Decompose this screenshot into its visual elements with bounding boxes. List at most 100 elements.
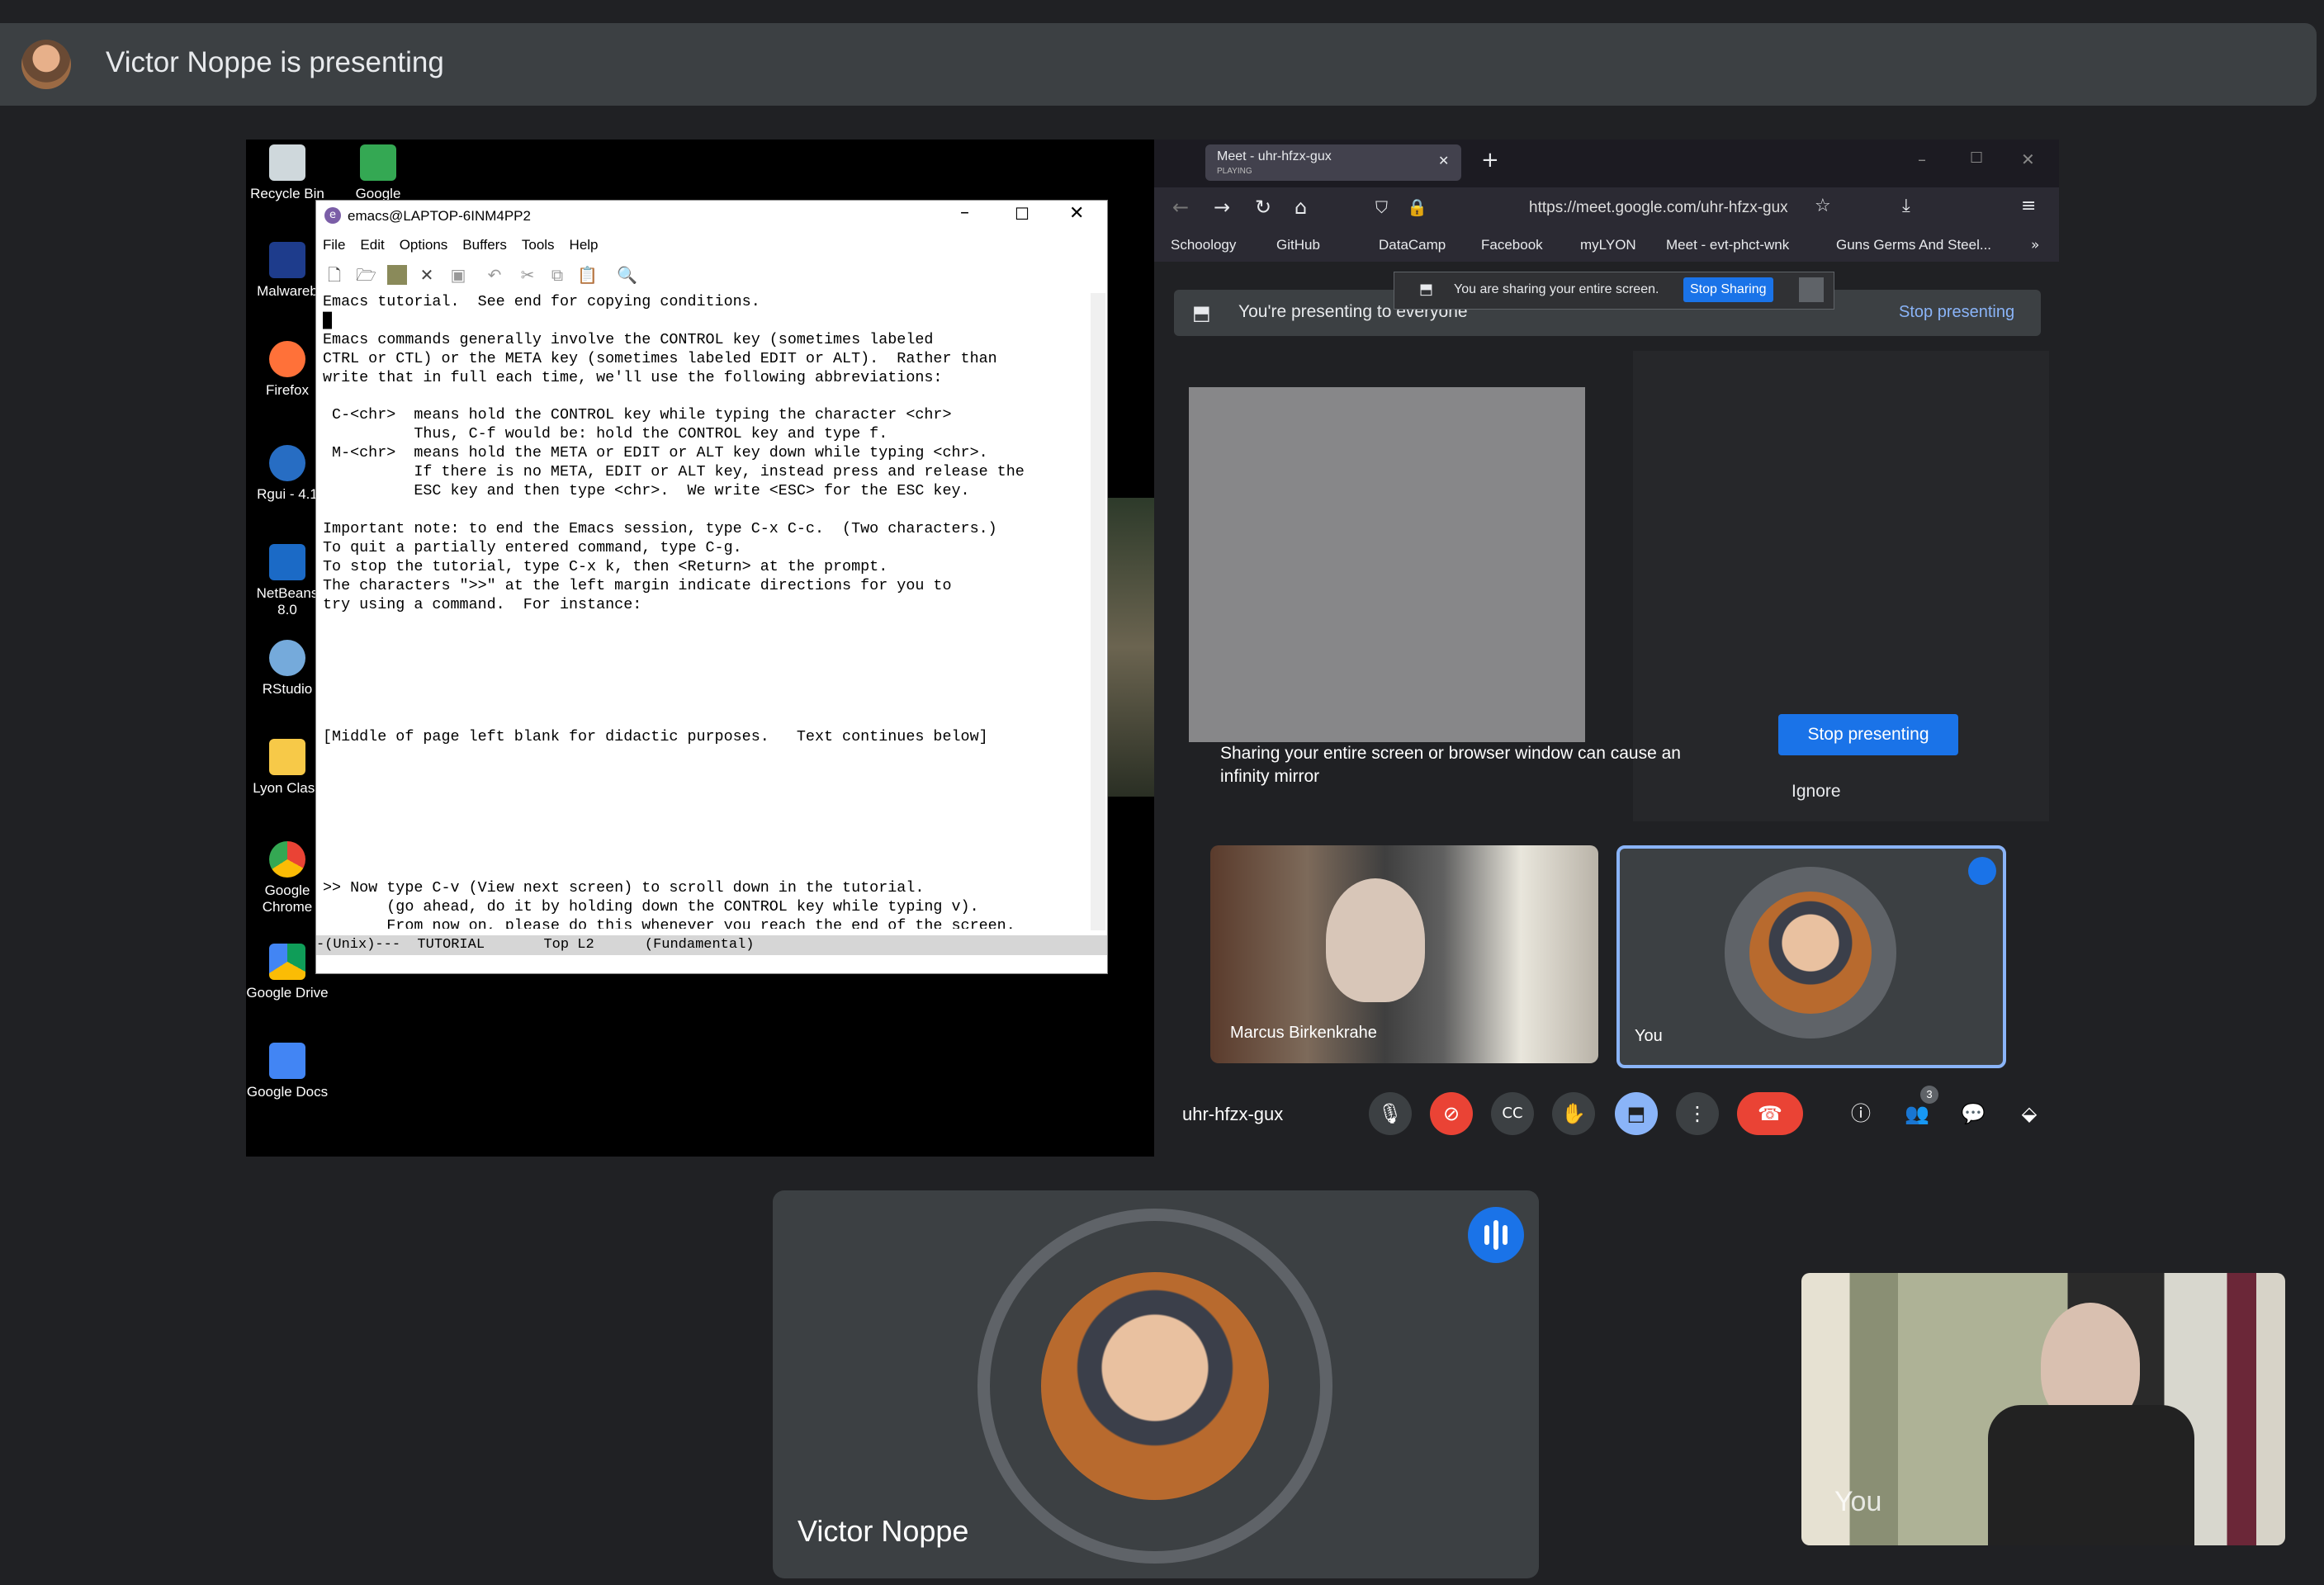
share-icon: ⬒ (1419, 281, 1434, 298)
close-icon[interactable]: ✕ (2021, 149, 2035, 169)
self-video-body (1988, 1405, 2194, 1545)
more-bookmarks-icon[interactable]: » (2031, 237, 2039, 253)
more-options-icon[interactable]: ⋮ (1676, 1092, 1719, 1135)
maximize-icon[interactable]: ☐ (1970, 149, 1983, 167)
nav-bar: ← → ↻ ⌂ ⛉ 🔒 https://meet.google.com/uhr-… (1154, 187, 2059, 229)
reload-icon[interactable]: ↻ (1255, 196, 1271, 219)
desktop-icon-recycle-bin[interactable]: Recycle Bin (246, 144, 329, 202)
menu-icon[interactable]: ≡ (2021, 196, 2036, 216)
participant-video (1326, 878, 1425, 1002)
emacs-icon: e (324, 207, 341, 224)
bookmarks-bar: Schoology GitHub DataCamp Facebook myLYO… (1154, 229, 2059, 262)
emacs-menubar: File Edit Options Buffers Tools Help (323, 237, 613, 253)
sharing-popup: ⬒ You are sharing your entire screen. St… (1394, 272, 1834, 310)
present-icon[interactable]: ⬒ (1615, 1092, 1658, 1135)
meet-control-bar: uhr-hfzx-gux 🎙 ⊘ CC ✋ ⬒ ⋮ ☎ ⓘ 👥 3 💬 ⬙ (1154, 1081, 2059, 1147)
self-view-tile[interactable]: You (1801, 1273, 2285, 1545)
emacs-modeline: -(Unix)--- TUTORIAL Top L2 (Fundamental) (316, 935, 1107, 955)
emacs-window[interactable]: e emacs@LAPTOP-6INM4PP2 – ☐ ✕ File Edit Op… (315, 200, 1108, 974)
forward-icon[interactable]: → (1214, 196, 1230, 219)
browser-window: Meet - uhr-hfzx-gux PLAYING ✕ + – ☐ ✕ ← … (1154, 140, 2059, 1157)
maximize-icon[interactable]: ☐ (1015, 204, 1029, 224)
leave-call-icon[interactable]: ☎ (1737, 1092, 1803, 1135)
cut-icon[interactable]: ✂ (518, 265, 537, 285)
tab-bar: Meet - uhr-hfzx-gux PLAYING ✕ + – ☐ ✕ (1154, 140, 2059, 187)
tab-status: PLAYING (1217, 167, 1252, 176)
participants-count-badge: 3 (1920, 1086, 1938, 1104)
raise-hand-icon[interactable]: ✋ (1552, 1092, 1595, 1135)
bookmark-facebook[interactable]: Facebook (1481, 237, 1543, 253)
emacs-scrollbar[interactable] (1091, 293, 1105, 930)
menu-options[interactable]: Options (400, 237, 448, 253)
present-screen-icon: ⬒ (1192, 301, 1211, 324)
emacs-window-title: emacs@LAPTOP-6INM4PP2 (348, 208, 531, 224)
desktop-icon-google-sheets[interactable]: Google (337, 144, 419, 202)
search-icon[interactable]: 🔍 (617, 265, 637, 285)
sharing-popup-text: You are sharing your entire screen. (1454, 282, 1659, 296)
copy-icon[interactable]: ⧉ (547, 265, 567, 285)
participant-tile-marcus[interactable]: Marcus Birkenkrahe (1210, 845, 1598, 1063)
paste-icon[interactable]: 📋 (577, 265, 598, 285)
bookmark-meet[interactable]: Meet - evt-phct-wnk (1666, 237, 1789, 253)
menu-tools[interactable]: Tools (522, 237, 555, 253)
emacs-toolbar: 🗋 🗁 ✕ ▣ ↶ ✂ ⧉ 📋 🔍 (323, 262, 1099, 288)
microphone-icon[interactable]: 🎙 (1369, 1092, 1412, 1135)
presenting-banner-text: Victor Noppe is presenting (106, 46, 444, 78)
bookmark-guns-germs[interactable]: Guns Germs And Steel... (1836, 237, 1991, 253)
lock-icon[interactable]: 🔒 (1407, 197, 1427, 217)
menu-help[interactable]: Help (570, 237, 599, 253)
minimize-icon[interactable]: – (960, 202, 969, 223)
camera-off-icon[interactable]: ⊘ (1430, 1092, 1473, 1135)
speaking-indicator-icon (1968, 857, 1996, 885)
save-icon[interactable]: ▣ (448, 265, 468, 285)
chat-icon[interactable]: 💬 (1952, 1092, 1995, 1135)
tab-meet[interactable]: Meet - uhr-hfzx-gux PLAYING ✕ (1205, 144, 1461, 181)
bookmark-schoology[interactable]: Schoology (1171, 237, 1236, 253)
minimize-icon[interactable]: – (1918, 149, 1926, 169)
close-icon[interactable]: ✕ (1069, 203, 1084, 224)
open-folder-icon[interactable]: 🗁 (356, 265, 376, 285)
avatar (1749, 892, 1872, 1014)
menu-buffers[interactable]: Buffers (462, 237, 507, 253)
participant-name: Victor Noppe (798, 1514, 969, 1548)
speaking-indicator-icon (1468, 1207, 1524, 1263)
new-file-icon[interactable]: 🗋 (324, 265, 344, 285)
infinity-mirror-warning: Sharing your entire screen or browser wi… (1220, 744, 1681, 786)
menu-edit[interactable]: Edit (360, 237, 384, 253)
home-icon[interactable]: ⌂ (1295, 196, 1307, 219)
undo-icon[interactable]: ↶ (485, 265, 504, 285)
bookmark-github[interactable]: GitHub (1276, 237, 1320, 253)
presenter-avatar (21, 40, 71, 89)
bookmark-star-icon[interactable]: ☆ (1815, 196, 1831, 216)
stop-sharing-button[interactable]: Stop Sharing (1683, 277, 1773, 302)
mirror-emacs-thumbnail (1189, 387, 1585, 742)
back-icon[interactable]: ← (1172, 196, 1189, 219)
kill-buffer-icon[interactable]: ✕ (417, 265, 437, 285)
url-field[interactable]: https://meet.google.com/uhr-hfzx-gux (1529, 199, 1788, 217)
bookmark-datacamp[interactable]: DataCamp (1379, 237, 1446, 253)
stop-presenting-button[interactable]: Stop presenting (1778, 714, 1958, 755)
new-tab-icon[interactable]: + (1481, 148, 1499, 173)
ignore-button[interactable]: Ignore (1792, 782, 1841, 802)
activities-icon[interactable]: ⬙ (2008, 1092, 2051, 1135)
tab-title: Meet - uhr-hfzx-gux (1217, 149, 1332, 163)
bookmark-mylyon[interactable]: myLYON (1580, 237, 1636, 253)
self-label: You (1834, 1486, 1882, 1517)
info-icon[interactable]: ⓘ (1839, 1092, 1882, 1135)
meeting-code: uhr-hfzx-gux (1182, 1104, 1284, 1124)
desktop-icon-google-docs[interactable]: Google Docs (246, 1043, 329, 1100)
captions-icon[interactable]: CC (1491, 1092, 1534, 1135)
participant-tile-you[interactable]: You (1616, 845, 2006, 1068)
stop-presenting-link[interactable]: Stop presenting (1899, 303, 2014, 322)
participant-name: Marcus Birkenkrahe (1230, 1024, 1377, 1042)
download-icon[interactable]: ⤓ (1902, 196, 1910, 216)
menu-file[interactable]: File (323, 237, 345, 253)
participant-name: You (1635, 1027, 1663, 1045)
shield-icon[interactable]: ⛉ (1375, 197, 1388, 217)
tab-close-icon[interactable]: ✕ (1438, 153, 1449, 168)
dired-icon[interactable] (387, 265, 407, 285)
hide-popup-button[interactable] (1799, 277, 1824, 302)
emacs-buffer-text[interactable]: Emacs tutorial. See end for copying cond… (323, 293, 1074, 929)
emacs-titlebar[interactable]: e emacs@LAPTOP-6INM4PP2 – ☐ ✕ (316, 201, 1107, 232)
avatar (1041, 1272, 1269, 1500)
